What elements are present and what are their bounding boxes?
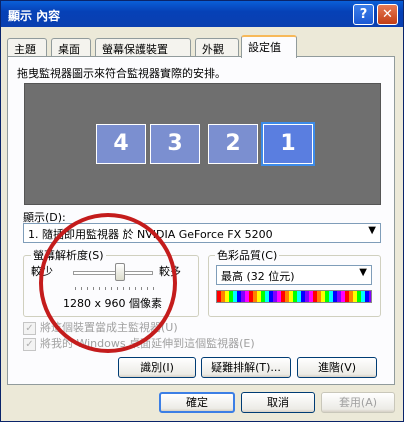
resolution-group-label: 螢幕解析度(S) [31,247,106,263]
identify-button[interactable]: 識別(I) [118,357,196,378]
window-title: 顯示 內容 [8,9,61,23]
tab-settings[interactable]: 設定值 [241,35,297,58]
chevron-down-icon: ▼ [359,267,367,278]
display-properties-window: 顯示 內容 ? ✕ 主題 桌面 螢幕保護裝置 外觀 設定值 拖曳監視器圖示來符合… [0,0,404,422]
resolution-less-label: 較少 [31,265,53,278]
tab-screensaver[interactable]: 螢幕保護裝置 [95,38,191,57]
ok-button[interactable]: 確定 [159,392,235,413]
cancel-button[interactable]: 取消 [241,392,315,413]
monitor-1[interactable]: 1 [261,122,315,166]
tab-appearance[interactable]: 外觀 [195,38,239,57]
extend-desktop-checkbox[interactable]: ✓ 將我的 Windows 桌面延伸到這個監視器(E) [23,335,255,351]
resolution-slider-track[interactable] [73,271,153,275]
tab-desktop[interactable]: 桌面 [51,38,91,57]
arrangement-hint: 拖曳監視器圖示來符合監視器實際的安排。 [17,67,226,80]
checkbox-box: ✓ [23,321,36,335]
help-button[interactable]: ? [353,4,374,25]
monitor-2[interactable]: 2 [208,124,258,164]
resolution-more-label: 較多 [159,265,181,278]
advanced-button[interactable]: 進階(V) [297,357,377,378]
chevron-down-icon: ▼ [368,225,376,236]
monitor-4[interactable]: 4 [96,124,146,164]
close-button[interactable]: ✕ [377,4,398,25]
primary-monitor-checkbox[interactable]: ✓ 將這個裝置當成主監視器(U) [23,319,178,335]
color-quality-value: 最高 (32 位元) [221,270,295,283]
display-select-value: 1. 隨插即用監視器 於 NVIDIA GeForce FX 5200 [28,228,273,241]
display-select[interactable]: 1. 隨插即用監視器 於 NVIDIA GeForce FX 5200 ▼ [23,223,381,243]
tab-themes[interactable]: 主題 [7,38,47,57]
resolution-slider-ticks [75,287,155,290]
resolution-slider-thumb[interactable] [115,263,125,281]
troubleshoot-button[interactable]: 疑難排解(T)... [201,357,291,378]
checkbox-box: ✓ [23,337,36,351]
monitor-3[interactable]: 3 [150,124,200,164]
color-quality-label: 色彩品質(C) [215,247,280,263]
monitor-arrangement[interactable]: 4 3 2 1 [24,83,381,205]
color-quality-select[interactable]: 最高 (32 位元) ▼ [216,265,372,285]
apply-button[interactable]: 套用(A) [321,392,395,413]
color-spectrum-bar [216,290,372,303]
extend-desktop-label: 將我的 Windows 桌面延伸到這個監視器(E) [40,337,255,350]
resolution-value: 1280 x 960 個像素 [63,297,162,310]
title-bar[interactable]: 顯示 內容 ? ✕ [1,1,403,27]
primary-monitor-label: 將這個裝置當成主監視器(U) [40,321,178,334]
